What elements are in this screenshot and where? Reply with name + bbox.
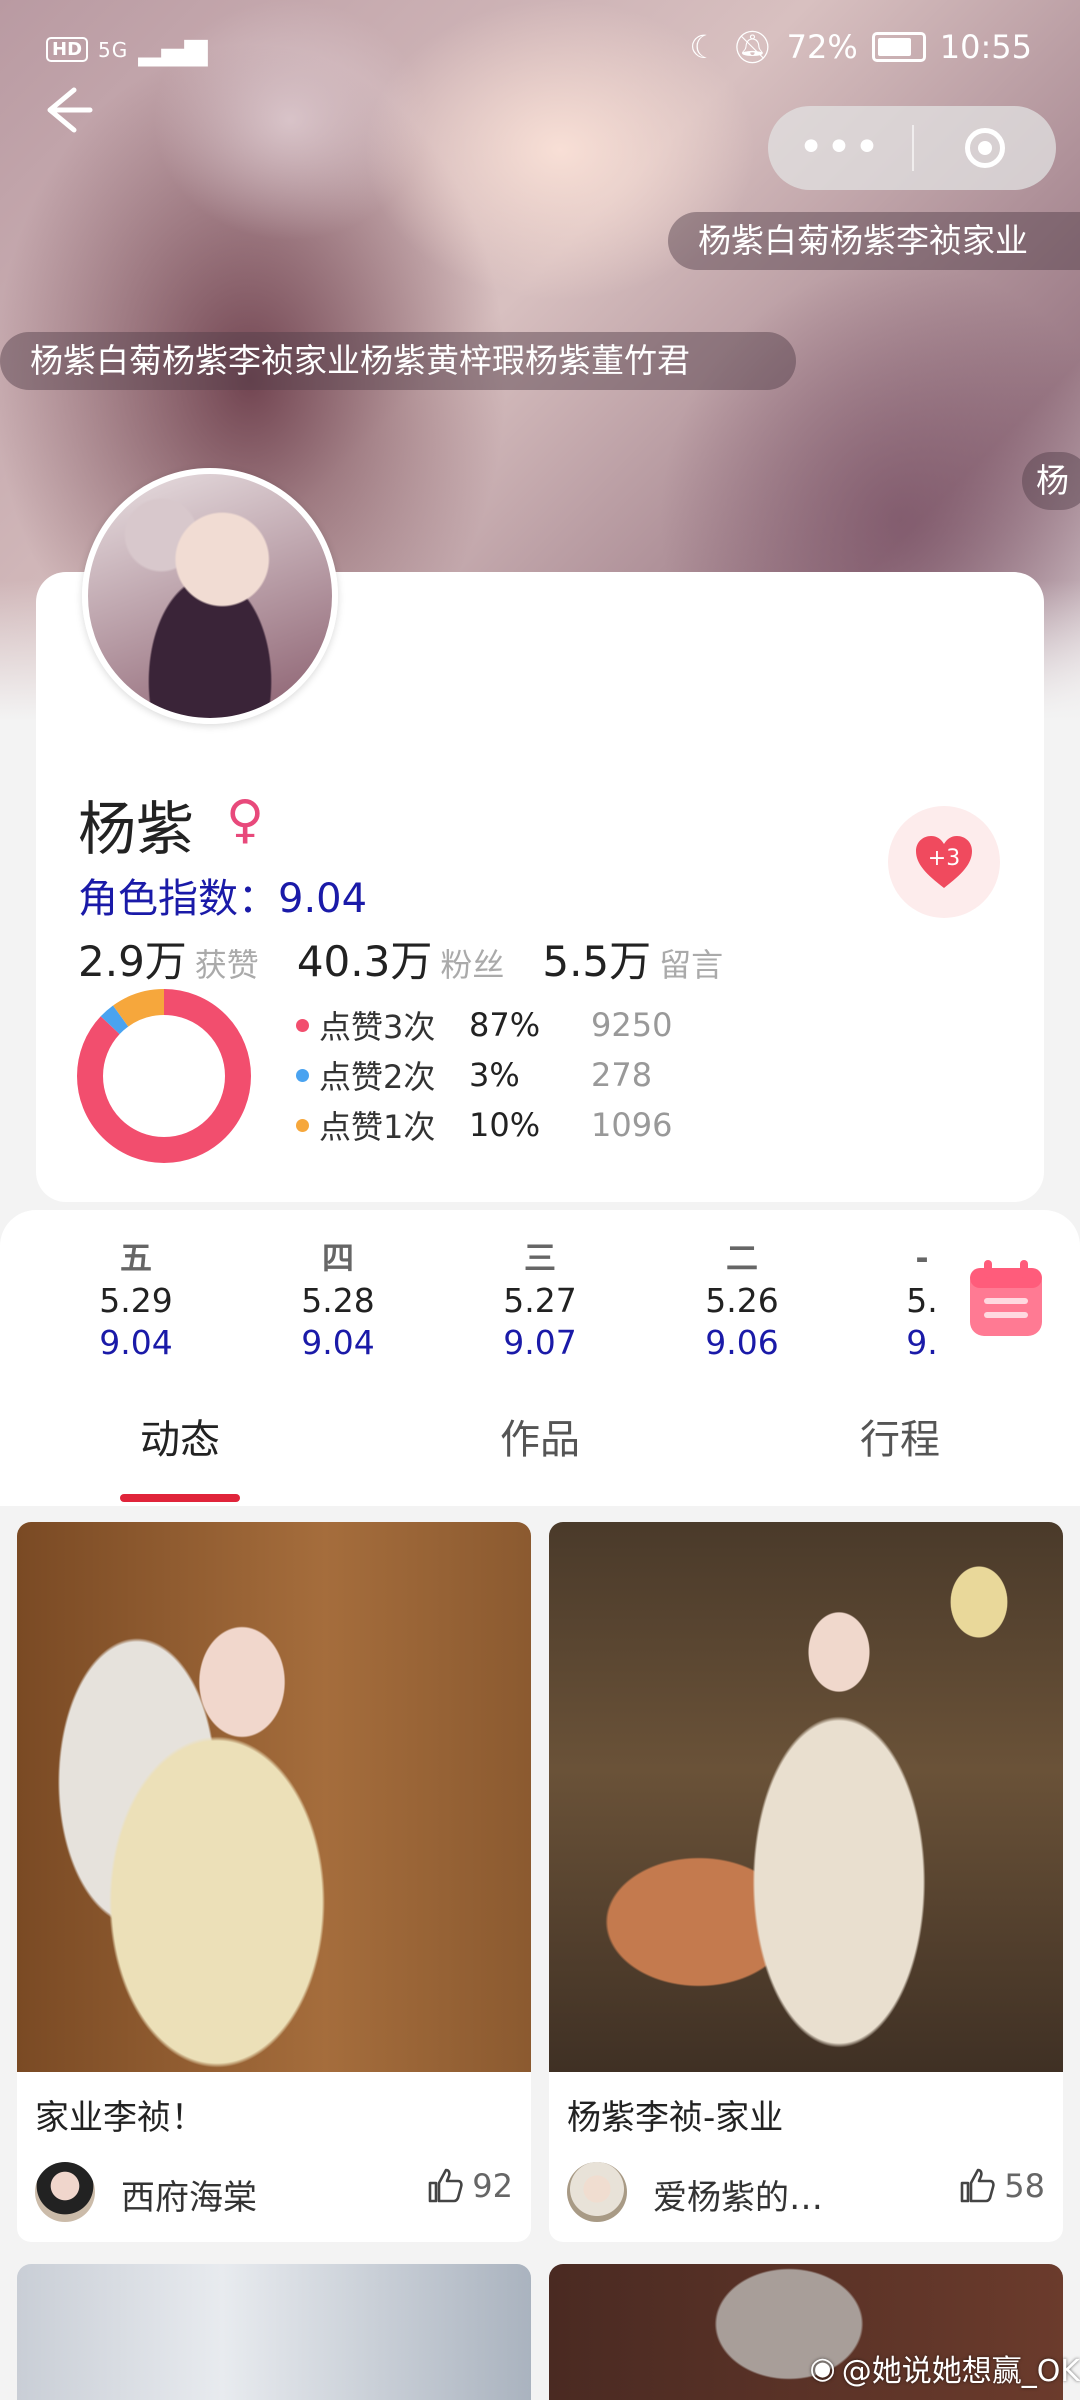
capsule-menu: ••• (768, 106, 1056, 190)
weekday: - (915, 1239, 929, 1277)
date-label: 5.27 (503, 1281, 577, 1320)
post-card[interactable]: 杨紫李祯-家业 爱杨紫的… 58 (549, 1522, 1063, 2242)
tab-feed[interactable]: 动态 (80, 1390, 280, 1490)
date-label: 5. (906, 1281, 938, 1320)
profile-stats: 2.9万 获赞 40.3万 粉丝 5.5万 留言 (78, 928, 761, 989)
role-index: 角色指数：9.04 (78, 876, 368, 922)
likes-count: 2.9万 (78, 937, 187, 986)
mini-program-close-icon[interactable] (914, 128, 1056, 168)
comments-label: 留言 (659, 946, 724, 984)
tab-bar: 动态 作品 行程 (0, 1390, 1080, 1500)
like-count: 58 (1004, 2167, 1045, 2205)
more-dots-icon[interactable]: ••• (768, 106, 912, 190)
date-item[interactable]: 四 5.28 9.04 (268, 1236, 408, 1364)
likes-label: 获赞 (194, 946, 259, 984)
weekday: 四 (321, 1239, 354, 1277)
heart-icon: +3 (914, 834, 974, 890)
thumbs-up-icon (960, 2168, 995, 2203)
danmu-bubble: 杨 (1022, 452, 1080, 510)
signal-icon: 5G (98, 37, 129, 62)
post-like[interactable]: 92 (426, 2167, 513, 2205)
clock: 10:55 (939, 28, 1032, 66)
calendar-icon[interactable] (968, 1258, 1044, 1338)
date-item[interactable]: - 5. 9. (862, 1236, 982, 1364)
legend-label: 点赞1次 (319, 1108, 436, 1146)
date-item[interactable]: 三 5.27 9.07 (470, 1236, 610, 1364)
date-label: 5.28 (301, 1281, 375, 1320)
post-author: 爱杨紫的… (653, 2178, 823, 2218)
legend-label: 点赞2次 (319, 1058, 436, 1096)
heart-badge: +3 (927, 846, 961, 871)
date-item[interactable]: 二 5.26 9.06 (672, 1236, 812, 1364)
avatar (567, 2162, 627, 2222)
legend-row: 点赞1次 10% 1096 (296, 1100, 672, 1150)
tab-indicator (120, 1494, 240, 1502)
signal-bars-icon: ▂▄▆ (138, 32, 208, 67)
legend-dot (296, 1018, 309, 1032)
date-index: 9.06 (705, 1323, 779, 1362)
date-label: 5.26 (705, 1281, 779, 1320)
like-count: 92 (472, 2167, 513, 2205)
chart-legend: 点赞3次 87% 9250 点赞2次 3% 278 点赞1次 10% 1096 (296, 1000, 672, 1150)
status-bar: HD 5G ▂▄▆ ☾ 🔕︎ 72% 10:55 (0, 0, 1080, 100)
post-author: 西府海棠 (121, 2178, 257, 2218)
mute-icon: 🔕︎ (732, 28, 773, 66)
thumbs-up-icon (428, 2168, 463, 2203)
watermark-text: @她说她想赢_OK (841, 2354, 1080, 2389)
post-title: 杨紫李祯-家业 (567, 2098, 784, 2138)
heart-like-button[interactable]: +3 (888, 806, 1000, 918)
legend-row: 点赞2次 3% 278 (296, 1050, 672, 1100)
date-index: 9.04 (99, 1323, 173, 1362)
fans-label: 粉丝 (440, 946, 505, 984)
weekday: 二 (725, 1239, 758, 1277)
danmu-bubble: 杨紫白菊杨紫李祯家业杨紫黄梓瑕杨紫董竹君 (0, 332, 796, 390)
date-label: 5.29 (99, 1281, 173, 1320)
moon-icon: ☾ (689, 28, 719, 66)
danmu-bubble: 杨紫白菊杨紫李祯家业 (668, 212, 1080, 270)
battery-percent: 72% (786, 28, 858, 66)
legend-dot (296, 1118, 309, 1132)
date-index: 9.07 (503, 1323, 577, 1362)
date-index: 9.04 (301, 1323, 375, 1362)
legend-dot (296, 1068, 309, 1082)
weibo-icon: ◉ (809, 2350, 836, 2386)
battery-icon (871, 32, 926, 62)
avatar[interactable] (82, 468, 338, 724)
back-arrow-icon[interactable] (34, 80, 104, 150)
legend-percent: 87% (469, 1006, 541, 1044)
fans-count: 40.3万 (296, 937, 433, 986)
post-image (17, 1522, 531, 2072)
post-card[interactable]: 家业李祯！ 西府海棠 92 (17, 1522, 531, 2242)
comments-count: 5.5万 (542, 937, 652, 986)
tab-works[interactable]: 作品 (440, 1390, 640, 1490)
like-distribution-donut (77, 989, 251, 1163)
tab-schedule[interactable]: 行程 (800, 1390, 1000, 1490)
date-strip: 五 5.29 9.04 四 5.28 9.04 三 5.27 9.07 二 5.… (0, 1236, 1080, 1376)
legend-count: 1096 (591, 1106, 673, 1144)
post-title: 家业李祯！ (35, 2098, 205, 2138)
post-image (549, 1522, 1063, 2072)
legend-count: 9250 (591, 1006, 673, 1044)
profile-name: 杨紫 (78, 795, 195, 863)
post-card[interactable] (17, 2264, 531, 2400)
date-item[interactable]: 五 5.29 9.04 (66, 1236, 206, 1364)
date-index: 9. (906, 1323, 938, 1362)
avatar (35, 2162, 95, 2222)
legend-row: 点赞3次 87% 9250 (296, 1000, 672, 1050)
post-like[interactable]: 58 (958, 2167, 1045, 2205)
watermark: ◉ @她说她想赢_OK (810, 2346, 1080, 2390)
post-image (17, 2264, 531, 2400)
female-icon: ♀ (226, 790, 265, 850)
weekday: 五 (119, 1239, 152, 1277)
hd-icon: HD (46, 37, 89, 62)
weekday: 三 (523, 1239, 556, 1277)
legend-label: 点赞3次 (319, 1008, 436, 1046)
legend-percent: 10% (469, 1106, 541, 1144)
legend-count: 278 (591, 1056, 653, 1094)
legend-percent: 3% (469, 1056, 520, 1094)
